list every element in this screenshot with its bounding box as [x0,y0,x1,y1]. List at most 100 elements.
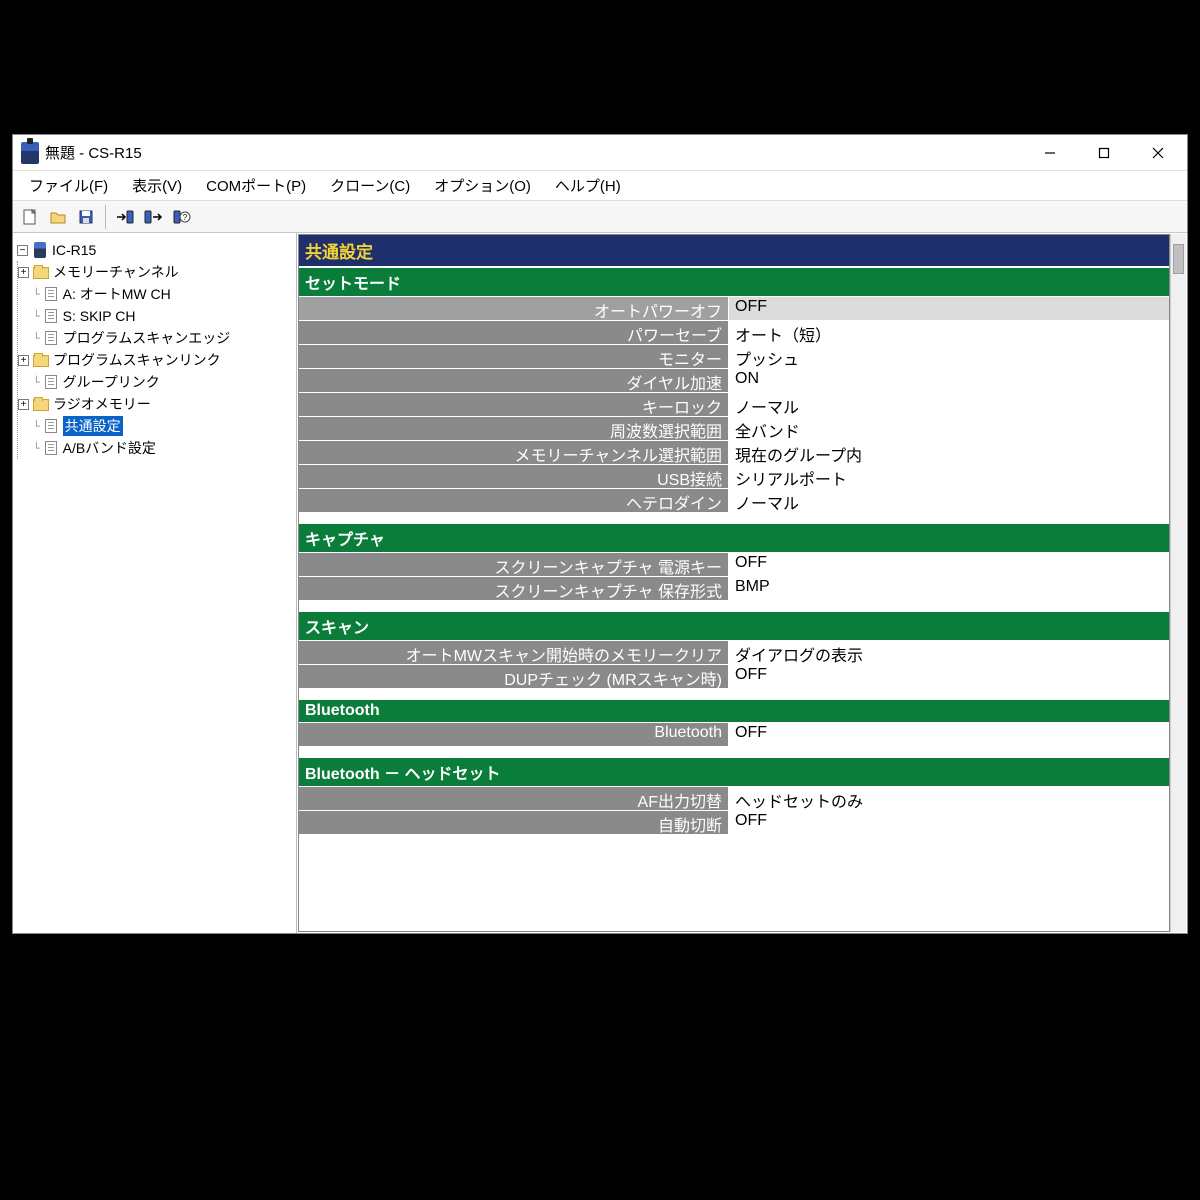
setting-value[interactable]: ON [729,369,1169,392]
setting-row[interactable]: AF出力切替ヘッドセットのみ [299,787,1169,811]
tree-item-radio-memory[interactable]: + ラジオメモリー [18,393,292,415]
section-gap [299,513,1169,523]
collapse-icon[interactable]: − [17,245,28,256]
setting-value[interactable]: OFF [729,665,1169,688]
setting-value[interactable]: オート（短） [729,321,1169,344]
setting-row[interactable]: 周波数選択範囲全バンド [299,417,1169,441]
expand-icon[interactable]: + [18,399,29,410]
write-to-radio-button[interactable] [140,204,166,230]
setting-value[interactable]: OFF [729,723,1169,746]
tree-label: A/Bバンド設定 [63,438,156,458]
setting-row[interactable]: DUPチェック (MRスキャン時)OFF [299,665,1169,689]
save-button[interactable] [73,204,99,230]
document-icon [45,375,57,389]
tree-item-skip-ch[interactable]: └ S: SKIP CH [18,305,292,327]
section-header: スキャン [299,612,1169,641]
close-icon [1152,147,1164,159]
tree-item-program-scan-edge[interactable]: └ プログラムスキャンエッジ [18,327,292,349]
setting-value[interactable]: 全バンド [729,417,1169,440]
minimize-button[interactable] [1023,136,1077,170]
tree-item-auto-mw-ch[interactable]: └ A: オートMW CH [18,283,292,305]
radio-info-button[interactable]: ? [168,204,194,230]
maximize-icon [1098,147,1110,159]
setting-row[interactable]: ダイヤル加速ON [299,369,1169,393]
titlebar[interactable]: 無題 - CS-R15 [13,135,1187,171]
menu-option[interactable]: オプション(O) [424,172,541,199]
tree-item-program-scan-link[interactable]: + プログラムスキャンリンク [18,349,292,371]
close-button[interactable] [1131,136,1185,170]
setting-value[interactable]: BMP [729,577,1169,600]
tree-label: メモリーチャンネル [53,262,179,282]
setting-key: モニター [299,345,729,368]
tree-label: プログラムスキャンエッジ [63,328,231,348]
setting-key: ヘテロダイン [299,489,729,512]
menu-view[interactable]: 表示(V) [122,172,192,199]
tree-item-ab-band[interactable]: └ A/Bバンド設定 [18,437,292,459]
setting-value[interactable]: OFF [729,553,1169,576]
menu-file[interactable]: ファイル(F) [19,172,118,199]
open-button[interactable] [45,204,71,230]
setting-value[interactable]: プッシュ [729,345,1169,368]
toolbar: ? [13,201,1187,233]
setting-row[interactable]: ヘテロダインノーマル [299,489,1169,513]
section-gap [299,689,1169,699]
setting-key: 周波数選択範囲 [299,417,729,440]
setting-value[interactable]: 現在のグループ内 [729,441,1169,464]
tree-panel[interactable]: − IC-R15 + メモリーチャンネル [13,233,297,933]
new-button[interactable] [17,204,43,230]
document-icon [45,331,57,345]
setting-key: Bluetooth [299,723,729,746]
open-folder-icon [49,208,67,226]
setting-key: ダイヤル加速 [299,369,729,392]
settings-grid[interactable]: 共通設定セットモードオートパワーオフOFFパワーセーブオート（短）モニタープッシ… [298,234,1170,932]
setting-value[interactable]: シリアルポート [729,465,1169,488]
tree-root[interactable]: − IC-R15 [17,239,292,261]
menu-clone[interactable]: クローン(C) [320,172,420,199]
read-from-radio-button[interactable] [112,204,138,230]
setting-row[interactable]: スクリーンキャプチャ 電源キーOFF [299,553,1169,577]
document-icon [45,287,57,301]
vertical-scrollbar[interactable] [1170,234,1186,932]
tree-item-common-settings[interactable]: └ 共通設定 [18,415,292,437]
menu-com[interactable]: COMポート(P) [196,172,316,199]
document-icon [45,309,57,323]
setting-row[interactable]: USB接続シリアルポート [299,465,1169,489]
expand-icon[interactable]: + [18,355,29,366]
tree-item-group-link[interactable]: └ グループリンク [18,371,292,393]
app-window: 無題 - CS-R15 ファイル(F) 表示(V) COMポート(P) クローン… [12,134,1188,934]
save-icon [77,208,95,226]
setting-row[interactable]: パワーセーブオート（短） [299,321,1169,345]
setting-row[interactable]: BluetoothOFF [299,723,1169,747]
app-icon [21,142,39,164]
setting-row[interactable]: オートパワーオフOFF [299,297,1169,321]
setting-row[interactable]: モニタープッシュ [299,345,1169,369]
setting-value[interactable]: ノーマル [729,393,1169,416]
setting-key: パワーセーブ [299,321,729,344]
setting-row[interactable]: キーロックノーマル [299,393,1169,417]
window-title: 無題 - CS-R15 [45,142,142,163]
tree-root-label: IC-R15 [52,242,96,258]
expand-icon[interactable]: + [18,267,29,278]
setting-row[interactable]: 自動切断OFF [299,811,1169,835]
setting-value[interactable]: ダイアログの表示 [729,641,1169,664]
setting-key: オートMWスキャン開始時のメモリークリア [299,641,729,664]
setting-row[interactable]: スクリーンキャプチャ 保存形式BMP [299,577,1169,601]
setting-value[interactable]: ノーマル [729,489,1169,512]
new-file-icon [21,208,39,226]
panel-title: 共通設定 [299,235,1169,267]
tree-item-memory-channel[interactable]: + メモリーチャンネル [18,261,292,283]
setting-key: DUPチェック (MRスキャン時) [299,665,729,688]
setting-row[interactable]: メモリーチャンネル選択範囲現在のグループ内 [299,441,1169,465]
section-gap [299,601,1169,611]
tree-label: グループリンク [63,372,160,392]
setting-value[interactable]: OFF [729,297,1169,320]
setting-row[interactable]: オートMWスキャン開始時のメモリークリアダイアログの表示 [299,641,1169,665]
menu-help[interactable]: ヘルプ(H) [545,172,631,199]
maximize-button[interactable] [1077,136,1131,170]
setting-value[interactable]: ヘッドセットのみ [729,787,1169,810]
setting-value[interactable]: OFF [729,811,1169,834]
toolbar-divider [105,205,106,229]
radio-info-icon: ? [171,208,191,226]
tree-label: S: SKIP CH [63,308,136,324]
scrollbar-thumb[interactable] [1173,244,1184,274]
